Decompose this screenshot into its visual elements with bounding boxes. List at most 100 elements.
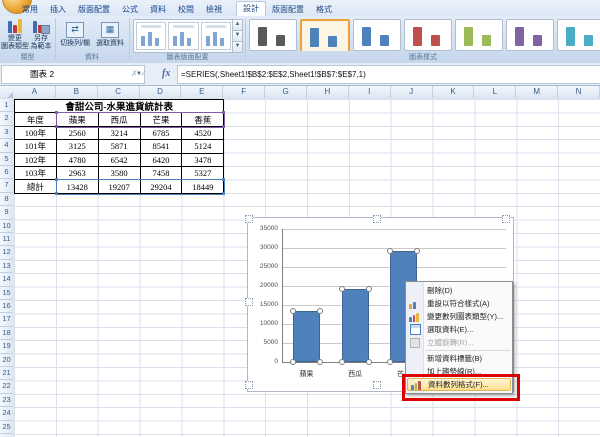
style-2[interactable] xyxy=(300,19,350,51)
column-header-K[interactable]: K xyxy=(433,86,475,98)
menu-select-data[interactable]: 選取資料(E)... xyxy=(406,323,512,336)
table-cell[interactable]: 103年 xyxy=(15,166,57,181)
tab-home[interactable]: 常用 xyxy=(16,3,44,16)
column-header-I[interactable]: I xyxy=(349,86,391,98)
style-1[interactable] xyxy=(249,19,297,51)
row-header-5[interactable]: 5 xyxy=(0,153,13,166)
row-header-14[interactable]: 14 xyxy=(0,273,13,287)
style-7[interactable] xyxy=(557,19,600,51)
column-header-J[interactable]: J xyxy=(391,86,433,98)
table-cell[interactable]: 13428 xyxy=(56,180,99,194)
chart-layout-thumb-3[interactable] xyxy=(200,22,231,50)
column-header-E[interactable]: E xyxy=(181,86,224,98)
column-header-G[interactable]: G xyxy=(265,86,307,98)
chart-frame-handle[interactable] xyxy=(373,215,381,223)
row-header-4[interactable]: 4 xyxy=(0,139,13,153)
row-header-17[interactable]: 17 xyxy=(0,313,13,327)
table-cell[interactable]: 總計 xyxy=(15,180,57,194)
table-cell[interactable]: 5327 xyxy=(182,166,225,181)
row-header-3[interactable]: 3 xyxy=(0,126,13,140)
style-6[interactable] xyxy=(506,19,554,51)
tab-view[interactable]: 檢視 xyxy=(200,3,228,16)
bar-西瓜[interactable] xyxy=(341,289,369,362)
table-cell[interactable]: 4780 xyxy=(56,153,99,167)
row-header-18[interactable]: 18 xyxy=(0,327,13,341)
tab-review[interactable]: 校閱 xyxy=(172,3,200,16)
table-header-cell[interactable]: 西瓜 xyxy=(98,113,141,127)
chart-frame-handle[interactable] xyxy=(245,298,253,306)
table-header-cell[interactable]: 芒果 xyxy=(140,113,183,127)
table-cell[interactable]: 6785 xyxy=(140,126,183,141)
column-header-N[interactable]: N xyxy=(558,86,600,98)
table-cell[interactable]: 19207 xyxy=(98,180,141,194)
column-header-L[interactable]: L xyxy=(474,86,517,98)
row-header-6[interactable]: 6 xyxy=(0,166,13,180)
row-header-16[interactable]: 16 xyxy=(0,300,13,314)
bar-蘋果[interactable] xyxy=(292,310,320,362)
table-cell[interactable]: 3125 xyxy=(56,140,99,154)
table-cell[interactable]: 6542 xyxy=(98,153,141,167)
row-header-24[interactable]: 24 xyxy=(0,407,13,421)
row-header-22[interactable]: 22 xyxy=(0,380,13,394)
tab-chart-layout[interactable]: 版面配置 xyxy=(266,3,310,16)
chart-frame-handle[interactable] xyxy=(502,215,510,223)
table-cell[interactable]: 100年 xyxy=(15,126,57,141)
row-header-2[interactable]: 2 xyxy=(0,112,13,126)
table-cell[interactable]: 6420 xyxy=(140,153,183,167)
column-header-B[interactable]: B xyxy=(56,86,98,98)
row-header-10[interactable]: 10 xyxy=(0,220,13,233)
table-cell[interactable]: 8541 xyxy=(140,140,183,154)
table-cell[interactable]: 7458 xyxy=(140,166,183,181)
table-cell[interactable]: 5124 xyxy=(182,140,225,154)
menu-add-trendline[interactable]: 加上趨勢線(R)... xyxy=(406,365,512,378)
row-header-7[interactable]: 7 xyxy=(0,179,13,193)
chart-frame-handle[interactable] xyxy=(245,381,253,389)
row-header-20[interactable]: 20 xyxy=(0,354,13,367)
table-cell[interactable]: 3580 xyxy=(98,166,141,181)
select-data-button[interactable]: ▦ 選取資料 xyxy=(93,22,127,48)
table-header-cell[interactable]: 蘋果 xyxy=(56,113,99,127)
chart-frame-handle[interactable] xyxy=(245,215,253,223)
style-4[interactable] xyxy=(404,19,452,51)
tab-page-layout[interactable]: 版面配置 xyxy=(72,3,116,16)
tab-data[interactable]: 資料 xyxy=(144,3,172,16)
table-header-cell[interactable]: 年度 xyxy=(15,113,57,127)
chart-frame-handle[interactable] xyxy=(373,381,381,389)
table-cell[interactable]: 2560 xyxy=(56,126,99,141)
row-header-9[interactable]: 9 xyxy=(0,206,13,220)
menu-add-data-labels[interactable]: 新增資料標籤(B) xyxy=(406,352,512,365)
menu-change-series-chart-type[interactable]: 變更數列圖表類型(Y)... xyxy=(406,310,512,323)
column-header-D[interactable]: D xyxy=(140,86,182,98)
style-3[interactable] xyxy=(353,19,401,51)
table-cell[interactable]: 102年 xyxy=(15,153,57,167)
table-cell[interactable]: 4520 xyxy=(182,126,225,141)
chart-layout-thumb-1[interactable] xyxy=(136,22,167,50)
row-header-19[interactable]: 19 xyxy=(0,340,13,354)
column-header-M[interactable]: M xyxy=(516,86,559,98)
table-cell[interactable]: 29204 xyxy=(140,180,183,194)
row-header-21[interactable]: 21 xyxy=(0,367,13,381)
row-header-13[interactable]: 13 xyxy=(0,260,13,274)
menu-reset-style[interactable]: 重設以符合樣式(A) xyxy=(406,297,512,310)
menu-3d-rotation[interactable]: 立體旋轉(R)... xyxy=(406,336,512,349)
tab-design[interactable]: 設計 xyxy=(236,1,266,16)
column-header-A[interactable]: A xyxy=(14,86,56,98)
chart-layout-thumb-2[interactable] xyxy=(168,22,199,50)
formula-input[interactable]: =SERIES(,Sheet1!$B$2:$E$2,Sheet1!$B$7:$E… xyxy=(177,65,600,84)
style-5[interactable] xyxy=(455,19,503,51)
menu-delete[interactable]: 刪除(D) xyxy=(406,284,512,297)
change-chart-type-button[interactable]: 變更 圖表類型 xyxy=(1,18,29,51)
data-table[interactable]: 會甜公司-水果進貨統計表 年度 蘋果 西瓜 芒果 香蕉 100年 2560 3214 6785 45… xyxy=(14,99,225,194)
row-header-15[interactable]: 15 xyxy=(0,287,13,300)
table-cell[interactable]: 101年 xyxy=(15,140,57,154)
tab-formulas[interactable]: 公式 xyxy=(116,3,144,16)
row-header-23[interactable]: 23 xyxy=(0,394,13,408)
row-header-25[interactable]: 25 xyxy=(0,421,13,434)
row-header-1[interactable]: 1 xyxy=(0,99,13,113)
row-header-8[interactable]: 8 xyxy=(0,193,13,207)
table-cell[interactable]: 3214 xyxy=(98,126,141,141)
row-header-11[interactable]: 11 xyxy=(0,233,13,247)
table-header-cell[interactable]: 香蕉 xyxy=(182,113,225,127)
insert-function-icon[interactable]: fx xyxy=(162,65,170,82)
select-all-corner[interactable] xyxy=(0,86,15,100)
